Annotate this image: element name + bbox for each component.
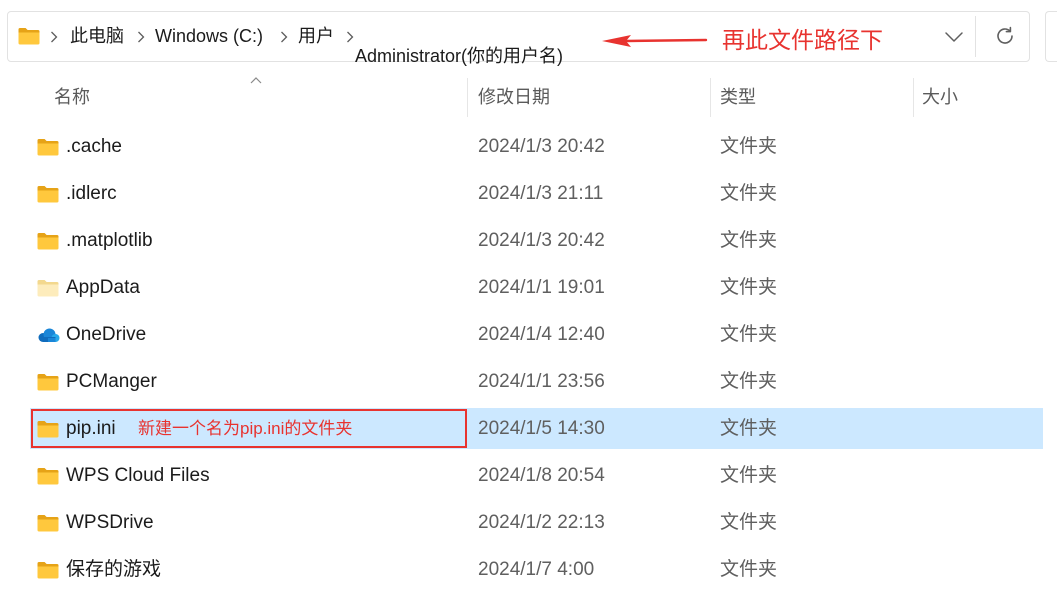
file-name[interactable]: OneDrive <box>66 323 146 347</box>
file-type: 文件夹 <box>720 512 778 533</box>
file-name[interactable]: .matplotlib <box>66 229 153 253</box>
file-row[interactable]: .cache 2024/1/3 20:42 文件夹 <box>0 124 1057 171</box>
modified-date: 2024/1/1 19:01 <box>478 277 605 298</box>
column-header-size[interactable]: 大小 <box>922 84 958 110</box>
chevron-right-icon[interactable] <box>280 31 288 43</box>
column-header-modified[interactable]: 修改日期 <box>478 84 550 110</box>
folder-icon <box>37 373 59 391</box>
onedrive-icon <box>35 326 61 344</box>
folder-icon <box>37 232 59 250</box>
chevron-right-icon[interactable] <box>137 31 145 43</box>
file-row[interactable]: OneDrive 2024/1/4 12:40 文件夹 <box>0 312 1057 359</box>
file-row[interactable]: WPSDrive 2024/1/2 22:13 文件夹 <box>0 500 1057 547</box>
sort-ascending-icon <box>250 77 262 84</box>
modified-date: 2024/1/2 22:13 <box>478 512 605 533</box>
column-divider[interactable] <box>710 78 711 117</box>
breadcrumb-current-folder[interactable]: Administrator(你的用户名) <box>355 45 563 67</box>
chevron-right-icon[interactable] <box>346 31 354 43</box>
modified-date: 2024/1/3 20:42 <box>478 230 605 251</box>
file-row[interactable]: 保存的游戏 2024/1/7 4:00 文件夹 <box>0 547 1057 589</box>
file-name[interactable]: PCManger <box>66 370 157 394</box>
file-type: 文件夹 <box>720 465 778 486</box>
file-name[interactable]: WPSDrive <box>66 511 154 535</box>
column-header-name[interactable]: 名称 <box>54 84 90 110</box>
file-type: 文件夹 <box>720 136 778 157</box>
folder-icon <box>37 138 59 156</box>
file-name[interactable]: .idlerc <box>66 182 117 206</box>
folder-icon <box>37 561 59 579</box>
modified-date: 2024/1/3 21:11 <box>478 183 604 204</box>
hidden-folder-icon <box>37 279 59 297</box>
breadcrumb-drive-c[interactable]: Windows (C:) <box>155 12 263 61</box>
folder-icon <box>37 185 59 203</box>
file-row[interactable]: .idlerc 2024/1/3 21:11 文件夹 <box>0 171 1057 218</box>
file-type: 文件夹 <box>720 183 778 204</box>
file-name[interactable]: pip.ini <box>66 417 116 441</box>
modified-date: 2024/1/7 4:00 <box>478 559 595 580</box>
search-box[interactable] <box>1045 11 1057 62</box>
modified-date: 2024/1/4 12:40 <box>478 324 605 345</box>
file-type: 文件夹 <box>720 277 778 298</box>
file-list: .cache 2024/1/3 20:42 文件夹 .idlerc 2024/1/3 2… <box>0 124 1057 589</box>
file-type: 文件夹 <box>720 324 778 345</box>
folder-icon <box>18 28 40 45</box>
file-row[interactable]: .matplotlib 2024/1/3 20:42 文件夹 <box>0 218 1057 265</box>
file-type: 文件夹 <box>720 230 778 251</box>
file-row[interactable]: WPS Cloud Files 2024/1/8 20:54 文件夹 <box>0 453 1057 500</box>
breadcrumb-users[interactable]: 用户 <box>298 12 334 61</box>
file-type: 文件夹 <box>720 559 778 580</box>
file-row[interactable]: AppData 2024/1/1 19:01 文件夹 <box>0 265 1057 312</box>
column-divider[interactable] <box>467 78 468 117</box>
refresh-icon[interactable] <box>994 25 1016 47</box>
modified-date: 2024/1/8 20:54 <box>478 465 605 486</box>
folder-icon <box>37 420 59 438</box>
file-type: 文件夹 <box>720 371 778 392</box>
address-bar-divider <box>975 16 976 57</box>
column-header-type[interactable]: 类型 <box>720 84 756 110</box>
row-annotation: 新建一个名为pip.ini的文件夹 <box>138 419 353 438</box>
folder-icon <box>37 514 59 532</box>
file-name[interactable]: WPS Cloud Files <box>66 464 210 488</box>
modified-date: 2024/1/5 14:30 <box>478 418 605 439</box>
file-explorer-window: 此电脑 Windows (C:) 用户 Administrator(你的用户名)… <box>0 0 1057 589</box>
file-name[interactable]: .cache <box>66 135 122 159</box>
modified-date: 2024/1/1 23:56 <box>478 371 605 392</box>
file-type: 文件夹 <box>720 418 778 439</box>
arrow-left-icon <box>602 35 708 47</box>
column-divider[interactable] <box>913 78 914 117</box>
chevron-down-icon[interactable] <box>944 30 964 43</box>
modified-date: 2024/1/3 20:42 <box>478 136 605 157</box>
path-annotation: 再此文件路径下 <box>722 27 883 53</box>
file-name[interactable]: 保存的游戏 <box>66 558 161 582</box>
file-name[interactable]: AppData <box>66 276 140 300</box>
folder-icon <box>37 467 59 485</box>
file-row[interactable]: pip.ini 新建一个名为pip.ini的文件夹 2024/1/5 14:30 文件… <box>0 406 1057 453</box>
chevron-right-icon[interactable] <box>50 31 58 43</box>
file-row[interactable]: PCManger 2024/1/1 23:56 文件夹 <box>0 359 1057 406</box>
breadcrumb-this-pc[interactable]: 此电脑 <box>70 12 124 61</box>
